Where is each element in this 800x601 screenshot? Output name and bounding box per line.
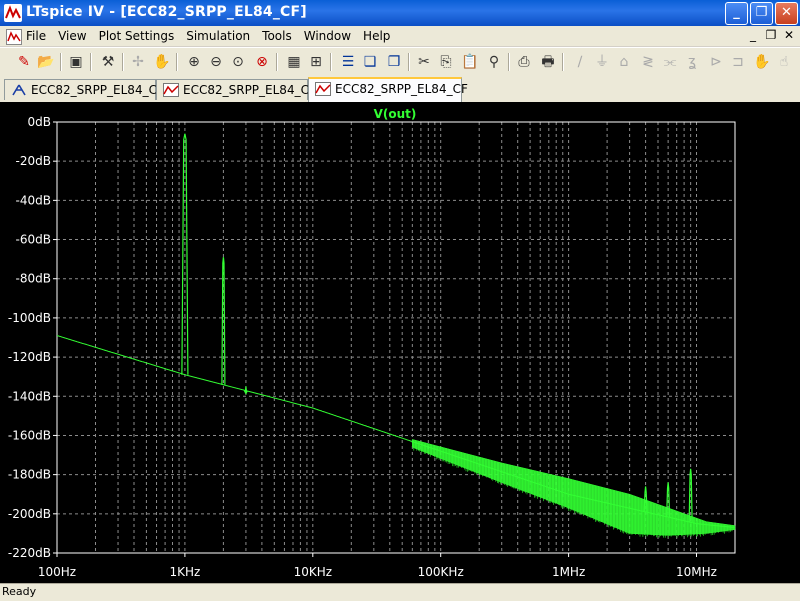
zoom-out-icon[interactable]: ⊖	[206, 52, 226, 72]
menu-simulation[interactable]: Simulation	[186, 29, 250, 43]
trace-noise-band[interactable]	[412, 439, 736, 536]
x-tick-label: 100Hz	[38, 565, 76, 579]
y-tick-label: -40dB	[16, 193, 51, 207]
status-bar: Ready	[0, 583, 800, 601]
restore-button[interactable]: ❐	[750, 2, 773, 25]
run-icon[interactable]: ✎	[14, 52, 34, 72]
component-icon[interactable]: ⊐	[728, 52, 748, 72]
find-icon[interactable]: 📋	[460, 52, 480, 72]
y-axis-ticks: 0dB -20dB -40dB -60dB -80dB -100dB -120dB -140d…	[8, 115, 57, 560]
y-tick-label: -120dB	[8, 350, 51, 364]
tab-schematic[interactable]: ECC82_SRPP_EL84_CF	[4, 79, 164, 100]
x-tick-label: 10KHz	[294, 565, 332, 579]
tile-icon[interactable]: ⊞	[306, 52, 326, 72]
close-icon[interactable]: ❏	[360, 52, 380, 72]
menu-tools[interactable]: Tools	[262, 29, 292, 43]
cascade-icon[interactable]: ☰	[338, 52, 358, 72]
save-icon[interactable]: ▣	[66, 52, 86, 72]
menu-file[interactable]: File	[26, 29, 46, 43]
paste-icon[interactable]: ⎘	[436, 52, 456, 72]
control-panel-icon[interactable]: ⚒	[98, 52, 118, 72]
tab-label: ECC82_SRPP_EL84_CF	[31, 83, 164, 97]
capacitor-icon[interactable]: ⫘	[660, 52, 680, 72]
y-tick-label: -220dB	[8, 546, 51, 560]
inductor-icon[interactable]: ʓ	[682, 52, 702, 72]
copy-icon[interactable]: ✂	[414, 52, 434, 72]
autorange-icon[interactable]: ▦	[284, 52, 304, 72]
label-icon[interactable]: ⌂	[614, 52, 634, 72]
x-tick-label: 1KHz	[169, 565, 200, 579]
printer-icon[interactable]: 🖶	[538, 52, 558, 72]
y-tick-label: -100dB	[8, 311, 51, 325]
y-tick-label: -80dB	[16, 272, 51, 286]
menu-window[interactable]: Window	[304, 29, 351, 43]
plot-frame	[56, 121, 736, 554]
wire-icon[interactable]: ∕	[570, 52, 590, 72]
tab-label: ECC82_SRPP_EL84_CF	[183, 83, 316, 97]
zoom-fit-icon[interactable]: ⊙	[228, 52, 248, 72]
y-tick-label: -180dB	[8, 468, 51, 482]
y-tick-label: -60dB	[16, 233, 51, 247]
title-bar: LTspice IV - [ECC82_SRPP_EL84_CF] _ ❐ ✕	[0, 0, 800, 26]
close-button[interactable]: ✕	[775, 2, 798, 25]
waveform-icon	[163, 83, 179, 97]
menu-plot-settings[interactable]: Plot Settings	[99, 29, 175, 43]
schematic-icon	[11, 83, 27, 97]
mdi-close-button[interactable]: ✕	[782, 28, 796, 42]
plot-grid	[57, 122, 735, 553]
tab-plot-2[interactable]: ECC82_SRPP_EL84_CF	[308, 77, 468, 102]
document-icon[interactable]	[6, 29, 22, 45]
pick-icon[interactable]: ✢	[128, 52, 148, 72]
waveform-plot[interactable]: 0dB -20dB -40dB -60dB -80dB -100dB -120dB -140d…	[0, 102, 800, 583]
drag-icon[interactable]: ☝	[774, 52, 794, 72]
print-setup-icon[interactable]: ⚲	[484, 52, 504, 72]
print-icon[interactable]: ⎙	[514, 52, 534, 72]
document-tabs: ECC82_SRPP_EL84_CF ECC82_SRPP_EL84_CF EC…	[0, 76, 800, 102]
window-title: LTspice IV - [ECC82_SRPP_EL84_CF]	[26, 4, 307, 20]
open-icon[interactable]: 📂	[36, 52, 56, 72]
menu-help[interactable]: Help	[363, 29, 390, 43]
menu-view[interactable]: View	[58, 29, 86, 43]
move-icon[interactable]: ✋	[752, 52, 772, 72]
zoom-cancel-icon[interactable]: ⊗	[252, 52, 272, 72]
mdi-restore-button[interactable]: ❐	[764, 28, 778, 42]
tab-plot-1[interactable]: ECC82_SRPP_EL84_CF	[156, 79, 316, 100]
zoom-in-icon[interactable]: ⊕	[184, 52, 204, 72]
trace-peak[interactable]	[243, 386, 248, 395]
x-tick-label: 1MHz	[552, 565, 585, 579]
y-tick-label: 0dB	[28, 115, 51, 129]
status-text: Ready	[2, 585, 37, 598]
tab-label: ECC82_SRPP_EL84_CF	[335, 82, 468, 96]
x-axis-ticks: 100Hz 1KHz 10KHz 100KHz 1MHz 10MHz	[38, 553, 717, 579]
cut-icon[interactable]: ❐	[384, 52, 404, 72]
pan-icon[interactable]: ✋	[152, 52, 172, 72]
y-tick-label: -160dB	[8, 428, 51, 442]
waveform-icon	[315, 82, 331, 96]
y-tick-label: -140dB	[8, 389, 51, 403]
menu-bar: File View Plot Settings Simulation Tools…	[0, 26, 800, 46]
resistor-icon[interactable]: ≷	[638, 52, 658, 72]
ltspice-app-icon[interactable]	[4, 4, 22, 22]
trace-title[interactable]: V(out)	[374, 107, 417, 121]
y-tick-label: -200dB	[8, 507, 51, 521]
x-tick-label: 10MHz	[676, 565, 717, 579]
ground-icon[interactable]: ⏚	[592, 52, 612, 72]
trace-group[interactable]	[56, 133, 736, 538]
y-tick-label: -20dB	[16, 154, 51, 168]
mdi-minimize-button[interactable]: _	[746, 28, 760, 42]
minimize-button[interactable]: _	[725, 2, 748, 25]
diode-icon[interactable]: ⊳	[706, 52, 726, 72]
plot-pane[interactable]: 0dB -20dB -40dB -60dB -80dB -100dB -120dB -140d…	[0, 102, 800, 583]
toolbar: ✎ 📂 ▣ ⚒ ✢ ✋ ⊕ ⊖ ⊙ ⊗ ▦ ⊞ ☰ ❏ ❐ ✂ ⎘ 📋 ⚲ ⎙ …	[0, 47, 800, 77]
x-tick-label: 100KHz	[418, 565, 464, 579]
